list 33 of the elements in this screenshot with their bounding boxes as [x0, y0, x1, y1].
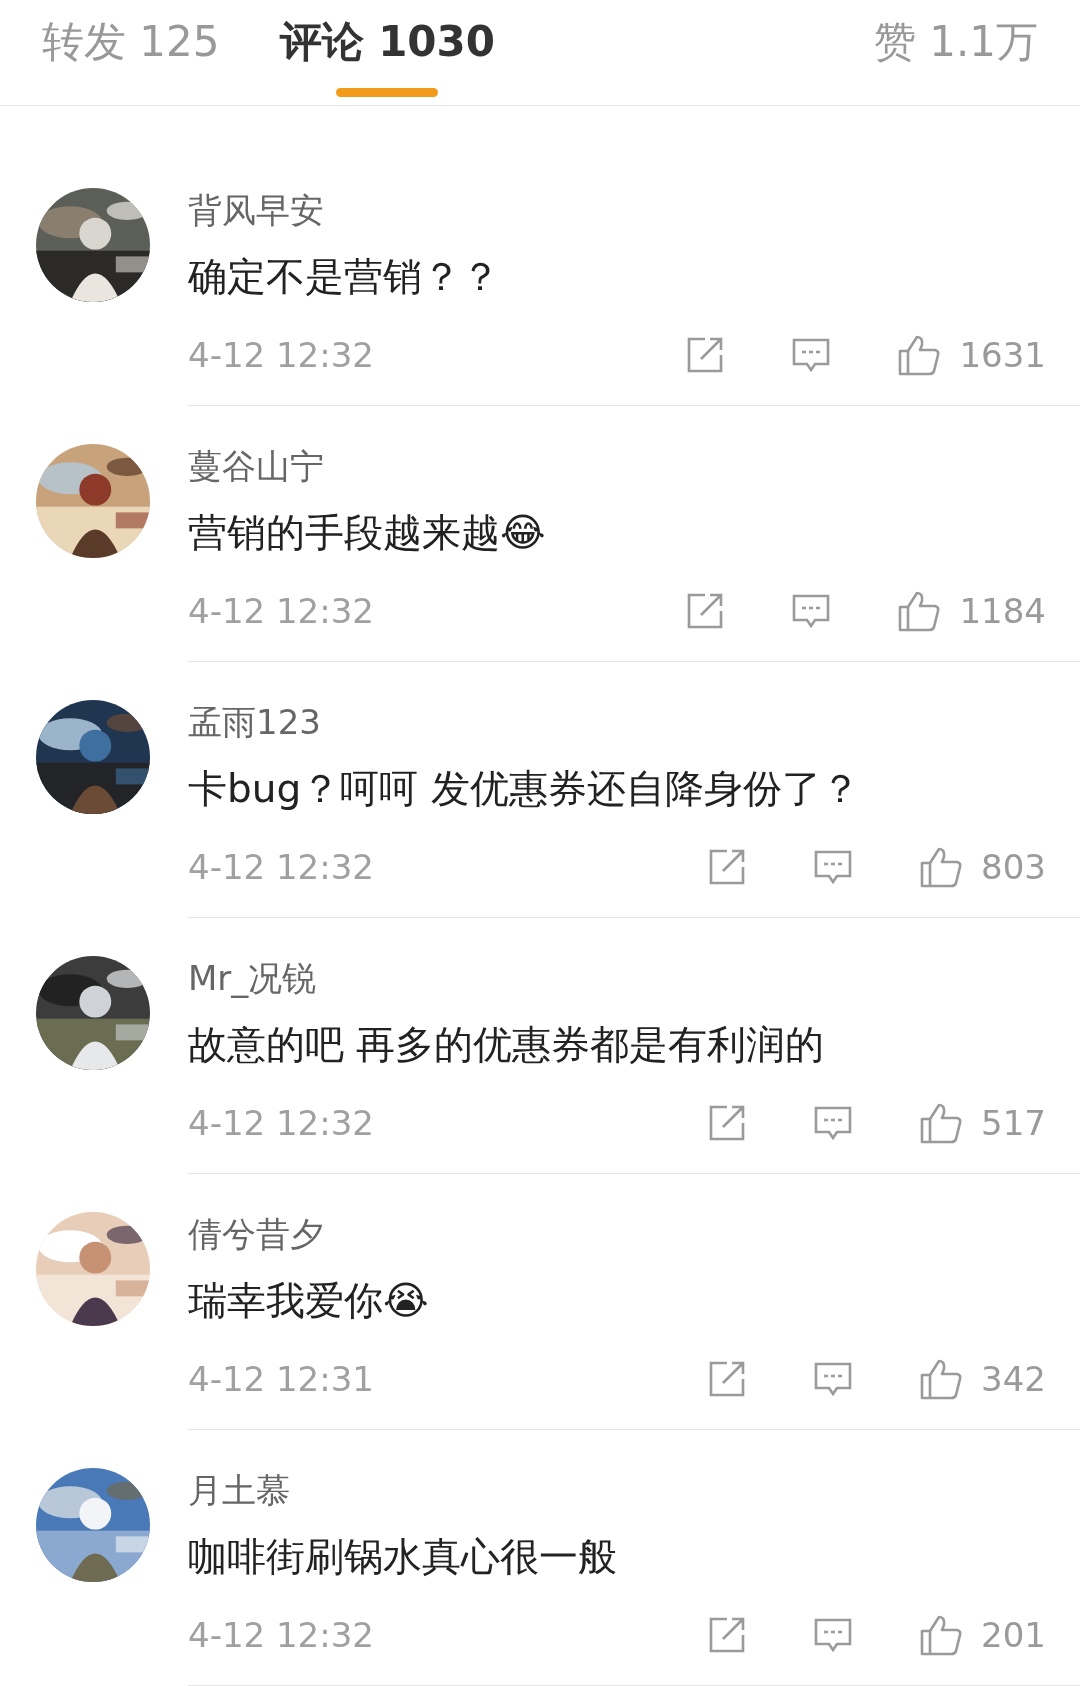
comment-text: 营销的手段越来越😂 [188, 509, 547, 557]
user-name[interactable]: 蔓谷山宁 [188, 444, 324, 488]
user-name[interactable]: 孟雨123 [188, 700, 321, 744]
like-button[interactable]: 342 [919, 1357, 1046, 1401]
tab[interactable]: 评论 1030 [279, 14, 496, 70]
user-name[interactable]: 月土慕 [188, 1468, 290, 1512]
comment-text: 瑞幸我爱你😭 [188, 1277, 430, 1325]
timestamp: 4-12 12:32 [188, 1103, 374, 1143]
tab[interactable]: 赞 1.1万 [873, 14, 1038, 70]
comment-text: 确定不是营销？？ [188, 253, 501, 301]
tab[interactable]: 转发 125 [42, 14, 220, 70]
timestamp: 4-12 12:32 [188, 847, 374, 887]
like-button[interactable]: 1184 [897, 589, 1046, 633]
thumbs-up-icon [897, 589, 942, 633]
like-button[interactable]: 1631 [897, 333, 1046, 377]
timestamp: 4-12 12:32 [188, 335, 374, 375]
comment-text: 卡bug？呵呵 发优惠券还自降身份了？ [188, 765, 861, 813]
comment-text: 故意的吧 再多的优惠券都是有利润的 [188, 1021, 826, 1069]
thumbs-up-icon [919, 845, 964, 889]
like-button[interactable]: 803 [919, 845, 1046, 889]
like-button[interactable]: 517 [919, 1101, 1046, 1145]
thumbs-up-icon [897, 333, 942, 377]
timestamp: 4-12 12:31 [188, 1359, 374, 1399]
timestamp: 4-12 12:32 [188, 1615, 374, 1655]
user-name[interactable]: 背风早安 [188, 188, 324, 232]
comment-text: 咖啡街刷锅水真心很一般 [188, 1533, 618, 1581]
like-button[interactable]: 201 [919, 1613, 1046, 1657]
user-name[interactable]: 倩兮昔夕 [188, 1212, 324, 1256]
thumbs-up-icon [919, 1613, 964, 1657]
thumbs-up-icon [919, 1357, 964, 1401]
timestamp: 4-12 12:32 [188, 591, 374, 631]
thumbs-up-icon [919, 1101, 964, 1145]
user-name[interactable]: Mr_况锐 [188, 956, 317, 1000]
